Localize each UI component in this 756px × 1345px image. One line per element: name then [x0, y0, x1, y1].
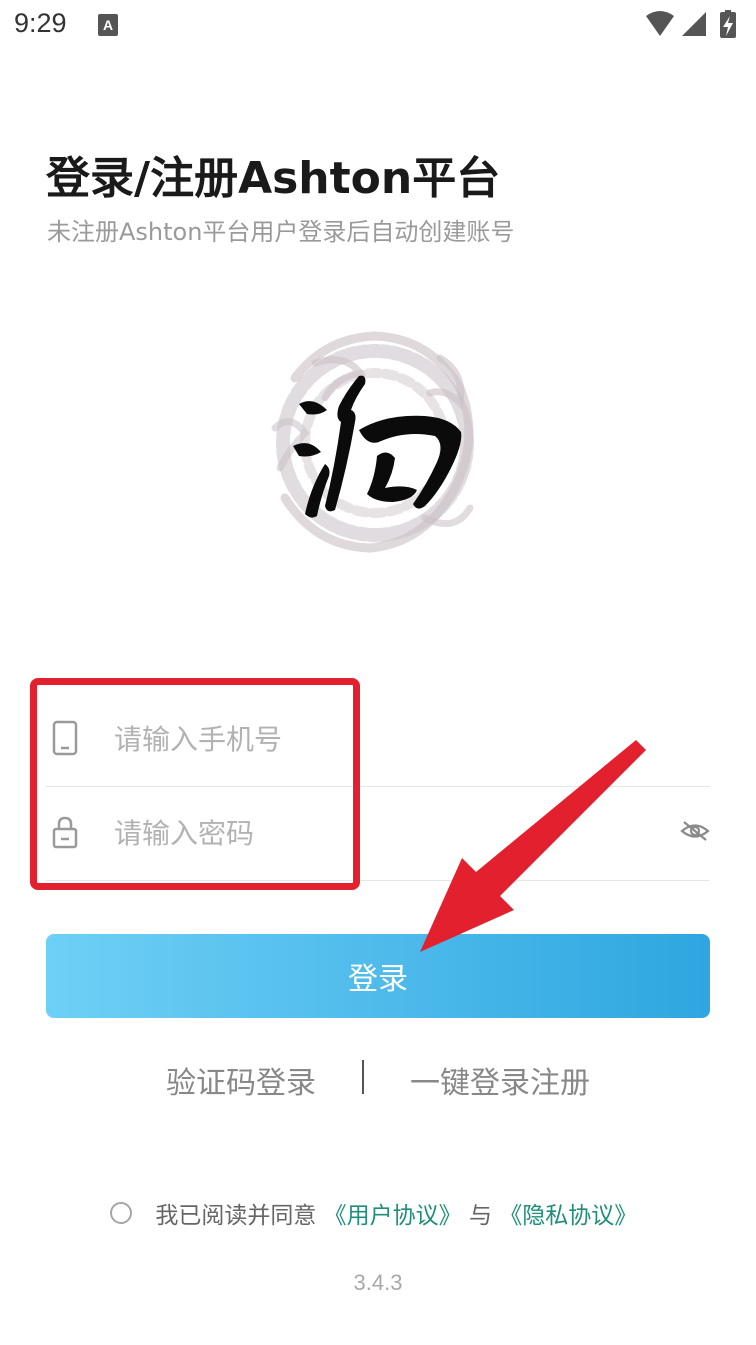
login-button[interactable]: 登录	[46, 934, 710, 1018]
phone-field	[46, 692, 710, 787]
sms-login-link[interactable]: 验证码登录	[166, 1058, 316, 1102]
phone-icon	[52, 720, 78, 756]
user-agreement-link[interactable]: 《用户协议》	[324, 1203, 462, 1229]
page-title: 登录/注册Ashton平台	[46, 153, 501, 204]
password-field	[46, 786, 710, 881]
status-time: 9:29	[14, 8, 67, 38]
divider	[362, 1060, 364, 1094]
agreement-checkbox[interactable]	[110, 1202, 132, 1224]
status-icons	[646, 10, 736, 38]
signal-icon	[682, 12, 706, 36]
agreement-conjunction: 与	[468, 1203, 492, 1229]
privacy-policy-link[interactable]: 《隐私协议》	[499, 1203, 637, 1229]
calligraphy-dragon-logo	[271, 331, 474, 553]
status-bar: 9:29 A	[0, 0, 756, 52]
page-subtitle: 未注册Ashton平台用户登录后自动创建账号	[47, 218, 515, 246]
wifi-icon	[646, 11, 674, 36]
lock-icon	[52, 816, 78, 849]
notification-a-icon: A	[98, 14, 118, 36]
battery-charging-icon	[720, 10, 736, 38]
agreement-row: 我已阅读并同意 《用户协议》 与 《隐私协议》	[110, 1196, 637, 1229]
password-input[interactable]	[114, 808, 634, 858]
eye-hidden-icon[interactable]	[680, 818, 710, 844]
agreement-prefix: 我已阅读并同意	[155, 1203, 317, 1229]
one-key-login-link[interactable]: 一键登录注册	[410, 1058, 590, 1102]
phone-input[interactable]	[114, 714, 634, 764]
app-version: 3.4.3	[353, 1270, 403, 1295]
